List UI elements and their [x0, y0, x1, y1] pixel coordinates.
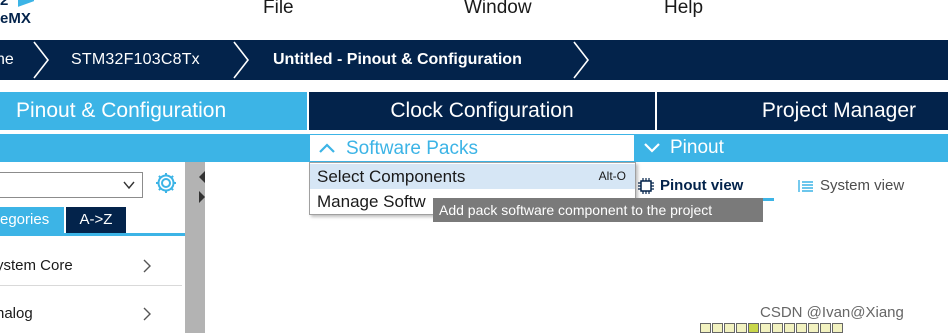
- menu-item-label: Select Components: [317, 167, 466, 186]
- panel-splitter[interactable]: [185, 162, 205, 333]
- tab-clock-configuration[interactable]: Clock Configuration: [309, 92, 655, 130]
- tab-system-view[interactable]: System view: [798, 176, 904, 196]
- breadcrumb-project[interactable]: Untitled - Pinout & Configuration: [273, 40, 522, 80]
- category-label: nalog: [0, 305, 33, 322]
- logo-text: 2 eMX: [0, 0, 31, 27]
- category-filter-select[interactable]: [0, 172, 143, 198]
- tab-underline: [0, 233, 185, 236]
- breadcrumb-mcu[interactable]: STM32F103C8Tx: [71, 40, 200, 80]
- tab-categories[interactable]: egories: [0, 207, 64, 233]
- breadcrumb-home[interactable]: ne: [0, 40, 14, 80]
- menu-bar: 2 eMX File Window Help: [0, 0, 948, 40]
- chevron-right-icon: [143, 307, 151, 321]
- chip-pin[interactable]: [736, 323, 747, 333]
- menu-item-label: Manage Softw: [317, 192, 426, 211]
- category-system-core[interactable]: ystem Core: [0, 246, 182, 286]
- chip-pin[interactable]: [760, 323, 771, 333]
- tooltip: Add pack software component to the proje…: [433, 198, 763, 222]
- software-packs-menu-button[interactable]: Software Packs: [309, 134, 635, 162]
- system-view-icon: [798, 180, 813, 193]
- pinout-menu-label: Pinout: [670, 137, 724, 158]
- chip-pin[interactable]: [832, 323, 843, 333]
- breadcrumb: ne STM32F103C8Tx Untitled - Pinout & Con…: [0, 40, 948, 80]
- tab-project-manager[interactable]: Project Manager: [657, 92, 948, 130]
- menu-help[interactable]: Help: [664, 0, 703, 20]
- collapse-left-icon[interactable]: [198, 170, 206, 184]
- software-packs-label: Software Packs: [346, 138, 478, 159]
- chip-pin[interactable]: [712, 323, 723, 333]
- tab-pinout-configuration[interactable]: Pinout & Configuration: [0, 92, 307, 130]
- breadcrumb-separator-icon: [573, 41, 590, 79]
- chip-pin[interactable]: [820, 323, 831, 333]
- category-analog[interactable]: nalog: [0, 294, 182, 333]
- chevron-right-icon: [143, 259, 151, 273]
- chip-pin[interactable]: [808, 323, 819, 333]
- tab-a-to-z[interactable]: A->Z: [66, 207, 126, 233]
- chip-pin[interactable]: [796, 323, 807, 333]
- chip-pin[interactable]: [748, 323, 759, 333]
- breadcrumb-separator-icon: [233, 41, 250, 79]
- menu-item-select-components[interactable]: Select Components Alt-O: [310, 164, 635, 189]
- chevron-down-icon: [123, 181, 135, 190]
- chevron-up-icon: [319, 143, 335, 153]
- main-tabs: Pinout & Configuration Clock Configurati…: [0, 92, 948, 130]
- gear-icon[interactable]: [155, 172, 177, 194]
- chip-pins: [700, 323, 844, 333]
- stm32cubemx-logo: 2 eMX: [0, 0, 60, 34]
- breadcrumb-separator-icon: [33, 41, 50, 79]
- menu-file[interactable]: File: [263, 0, 294, 20]
- chip-pin[interactable]: [700, 323, 711, 333]
- chip-pin[interactable]: [772, 323, 783, 333]
- watermark: CSDN @Ivan@Xiang: [760, 304, 904, 321]
- category-label: ystem Core: [0, 257, 73, 274]
- system-view-label: System view: [820, 177, 905, 194]
- chip-icon: [638, 178, 654, 195]
- expand-right-icon[interactable]: [198, 190, 206, 204]
- chevron-down-icon: [644, 143, 660, 153]
- left-panel: egories A->Z ystem Core nalog: [0, 162, 185, 333]
- menu-window[interactable]: Window: [464, 0, 532, 20]
- pinout-view-label: Pinout view: [660, 177, 744, 194]
- chip-pin[interactable]: [724, 323, 735, 333]
- chip-pin[interactable]: [784, 323, 795, 333]
- menu-item-shortcut: Alt-O: [598, 169, 626, 183]
- tab-pinout-view[interactable]: Pinout view: [638, 176, 743, 196]
